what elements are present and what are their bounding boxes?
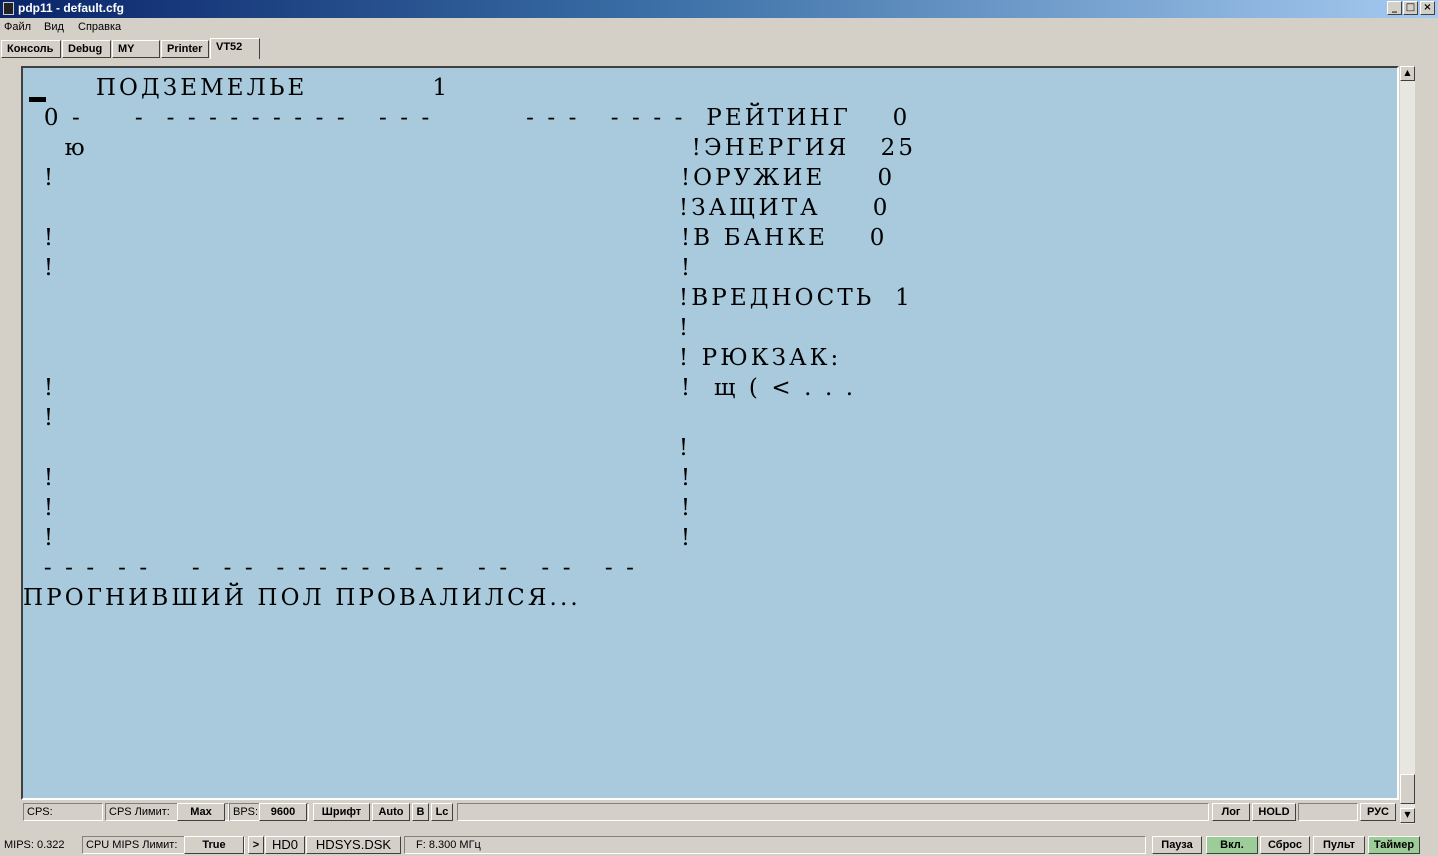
cps-limit-label: CPS Лимит: <box>109 806 170 818</box>
frequency-readout: F: 8.300 МГц <box>416 839 481 851</box>
terminal-line: 0 - - - - - - - - - - - - - - - - - - - … <box>23 105 911 131</box>
maximize-button[interactable]: □ <box>1403 1 1418 15</box>
bps-label: BPS: <box>233 806 259 818</box>
terminal-line: - - - - - - - - - - - - - - - - - - - - … <box>23 555 637 581</box>
panel-button[interactable]: Пульт <box>1313 836 1365 854</box>
terminal-line: ! ! <box>23 525 694 551</box>
auto-button[interactable]: Auto <box>372 803 410 821</box>
bps-button[interactable]: 9600 <box>259 803 307 821</box>
terminal-line: ! ! <box>23 495 694 521</box>
cpu-mips-limit-button[interactable]: True <box>184 836 244 854</box>
menu-view[interactable]: Вид <box>44 21 64 33</box>
mips-readout: MIPS: 0.322 <box>4 839 65 851</box>
terminal-line: ! !ОРУЖИЕ 0 <box>23 165 896 191</box>
terminal-status-bar: CPS: CPS Лимит: Max BPS: 9600 Шрифт Auto… <box>0 803 1398 821</box>
power-on-button[interactable]: Вкл. <box>1206 836 1258 854</box>
cps-limit-button[interactable]: Max <box>177 803 225 821</box>
tab-console[interactable]: Консоль <box>1 40 61 58</box>
terminal-line: ! !В БАНКЕ 0 <box>23 225 888 251</box>
terminal-line: ПРОГНИВШИЙ ПОЛ ПРОВАЛИЛСЯ... <box>23 585 581 611</box>
frequency-field: F: 8.300 МГц <box>404 836 1146 854</box>
scroll-down-icon[interactable]: ▼ <box>1400 808 1415 823</box>
terminal-scrollbar[interactable]: ▲ ▼ <box>1400 66 1415 824</box>
menu-bar: Файл Вид Справка <box>0 19 1438 37</box>
cpu-mips-limit-label: CPU MIPS Лимит: <box>86 839 178 851</box>
tab-debug[interactable]: Debug <box>62 40 111 58</box>
terminal-line: ! <box>23 405 57 431</box>
font-button[interactable]: Шрифт <box>313 803 370 821</box>
drive-button[interactable]: HD0 <box>265 836 305 854</box>
terminal-line: ! ! <box>23 255 694 281</box>
main-status-bar: MIPS: 0.322 CPU MIPS Лимит: True > HD0 H… <box>0 836 1438 854</box>
reset-button[interactable]: Сброс <box>1260 836 1310 854</box>
tab-strip: Консоль Debug MY Printer VT52 <box>0 38 1438 60</box>
log-button[interactable]: Лог <box>1212 803 1250 821</box>
hold-button[interactable]: HOLD <box>1252 803 1296 821</box>
menu-file[interactable]: Файл <box>4 21 31 33</box>
terminal-line: ! ! щ ( < . . . <box>23 375 857 401</box>
tab-my[interactable]: MY <box>112 40 160 58</box>
terminal-line: ! <box>23 315 692 341</box>
minimize-button[interactable]: _ <box>1387 1 1402 15</box>
menu-help[interactable]: Справка <box>78 21 121 33</box>
rus-button[interactable]: РУС <box>1360 803 1396 821</box>
terminal-line: !ЗАЩИТА 0 <box>23 195 891 221</box>
arrow-button[interactable]: > <box>248 836 264 854</box>
app-icon <box>3 2 14 15</box>
status-spacer <box>457 803 1209 821</box>
disk-file-button[interactable]: HDSYS.DSK <box>306 836 401 854</box>
tab-vt52[interactable]: VT52 <box>210 38 260 59</box>
b-button[interactable]: B <box>412 803 429 821</box>
lc-button[interactable]: Lc <box>431 803 453 821</box>
scroll-up-icon[interactable]: ▲ <box>1400 66 1415 81</box>
close-button[interactable]: × <box>1420 1 1435 15</box>
terminal-line: ю !ЭНЕРГИЯ 25 <box>23 135 917 161</box>
terminal-line: !ВРЕДНОСТЬ 1 <box>23 285 913 311</box>
terminal-line: ! <box>23 435 692 461</box>
status-blank-field <box>1298 803 1358 821</box>
tab-printer[interactable]: Printer <box>161 40 209 58</box>
cps-field: CPS: <box>23 803 103 821</box>
vt52-terminal-screen[interactable]: ПОДЗЕМЕЛЬЕ 1 0 - - - - - - - - - - - - -… <box>23 68 1397 798</box>
timer-button[interactable]: Таймер <box>1368 836 1420 854</box>
window-title: pdp11 - default.cfg <box>18 1 125 15</box>
scroll-thumb[interactable] <box>1400 774 1415 804</box>
pause-button[interactable]: Пауза <box>1152 836 1202 854</box>
terminal-line: ! ! <box>23 465 694 491</box>
terminal-line: ПОДЗЕМЕЛЬЕ 1 <box>23 75 451 101</box>
title-bar: pdp11 - default.cfg _ □ × <box>0 0 1438 18</box>
terminal-line: ! РЮКЗАК: <box>23 345 842 371</box>
